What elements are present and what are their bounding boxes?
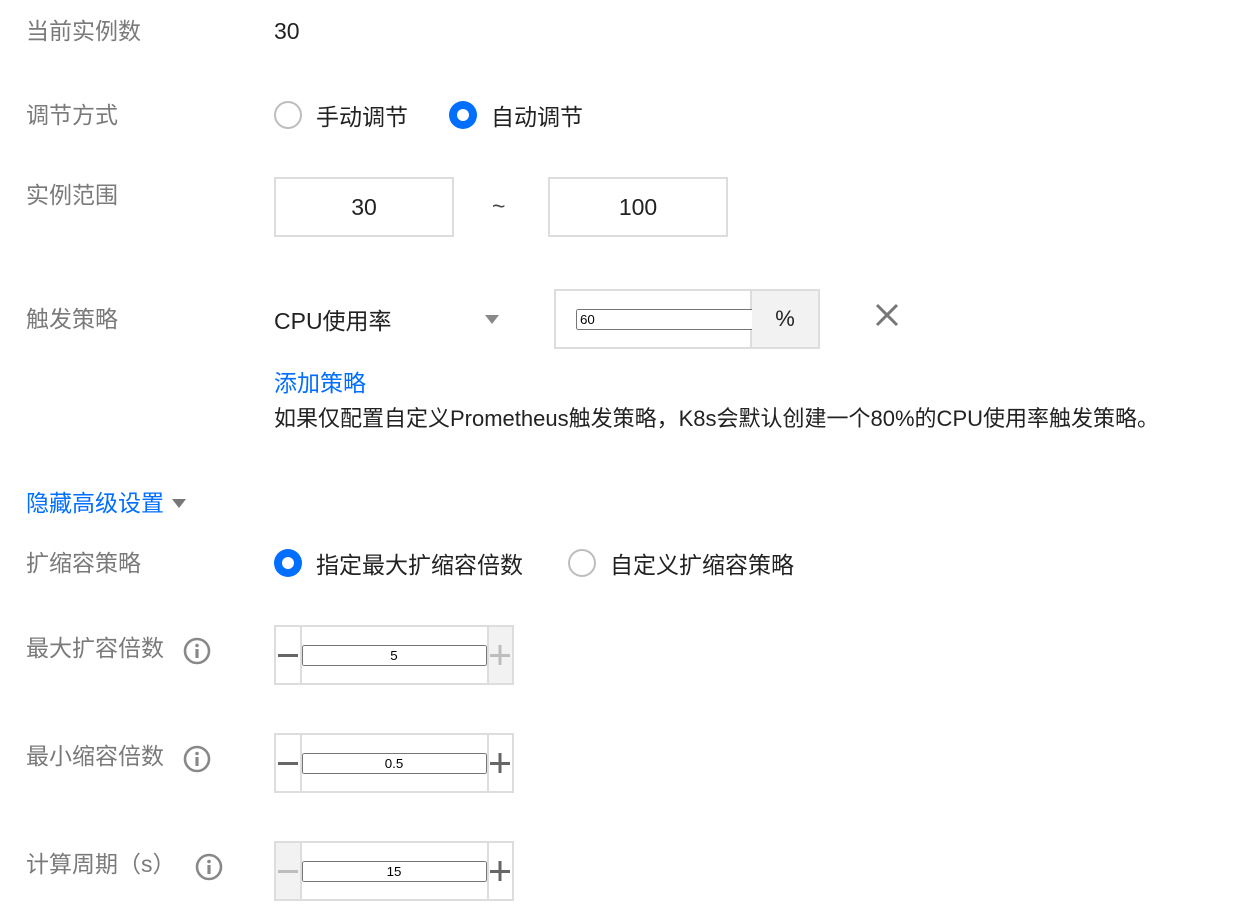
add-policy-link[interactable]: 添加策略 xyxy=(274,369,366,397)
threshold-unit: % xyxy=(752,291,818,347)
radio-checked-icon xyxy=(274,549,302,577)
radio-checked-icon xyxy=(449,101,477,129)
minus-icon xyxy=(277,654,298,657)
plus-icon xyxy=(490,645,511,665)
plus-icon xyxy=(490,861,511,881)
trigger-policy-label: 触发策略 xyxy=(26,306,118,332)
remove-policy-button[interactable] xyxy=(872,300,902,330)
metric-select[interactable]: CPU使用率 xyxy=(274,304,499,334)
max-scale-up-label: 最大扩容倍数 xyxy=(26,635,164,661)
instance-range-max-input[interactable] xyxy=(550,193,726,221)
radio-manual-adjust[interactable]: 手动调节 xyxy=(274,98,408,132)
caret-down-icon xyxy=(172,498,186,508)
instance-range-label: 实例范围 xyxy=(26,182,118,208)
radio-max-scale-factor[interactable]: 指定最大扩缩容倍数 xyxy=(274,546,523,580)
current-instances-value: 30 xyxy=(274,18,300,44)
radio-auto-adjust-label: 自动调节 xyxy=(491,104,583,130)
threshold-field[interactable]: % xyxy=(554,289,820,349)
calc-period-input[interactable] xyxy=(301,860,487,882)
policy-hint: 如果仅配置自定义Prometheus触发策略，K8s会默认创建一个80%的CPU… xyxy=(274,406,1160,431)
instance-range-max-field[interactable] xyxy=(548,177,728,237)
max-scale-up-input[interactable] xyxy=(301,644,487,666)
instance-range-min-input[interactable] xyxy=(276,193,452,221)
radio-auto-adjust[interactable]: 自动调节 xyxy=(449,98,583,132)
range-separator: ~ xyxy=(492,193,506,219)
plus-icon xyxy=(490,753,511,773)
radio-custom-scale-policy[interactable]: 自定义扩缩容策略 xyxy=(568,546,794,580)
adjust-mode-label: 调节方式 xyxy=(26,102,118,128)
calc-period-label: 计算周期（s） xyxy=(26,851,176,877)
decrement-button[interactable] xyxy=(276,843,302,899)
min-scale-down-input[interactable] xyxy=(301,752,487,774)
instance-range-min-field[interactable] xyxy=(274,177,454,237)
radio-unchecked-icon xyxy=(568,549,596,577)
close-icon xyxy=(875,303,899,327)
advanced-settings-toggle[interactable]: 隐藏高级设置 xyxy=(26,489,186,517)
metric-select-value: CPU使用率 xyxy=(274,308,392,334)
current-instances-label: 当前实例数 xyxy=(26,18,141,44)
radio-custom-scale-policy-label: 自定义扩缩容策略 xyxy=(610,552,794,578)
decrement-button[interactable] xyxy=(276,627,302,683)
increment-button[interactable] xyxy=(486,843,512,899)
minus-icon xyxy=(277,762,298,765)
radio-max-scale-factor-label: 指定最大扩缩容倍数 xyxy=(316,552,523,578)
decrement-button[interactable] xyxy=(276,735,302,791)
min-scale-down-label: 最小缩容倍数 xyxy=(26,743,164,769)
info-icon[interactable] xyxy=(183,637,211,665)
max-scale-up-stepper[interactable] xyxy=(274,625,514,685)
info-icon[interactable] xyxy=(195,853,223,881)
threshold-input[interactable] xyxy=(576,308,761,330)
info-icon[interactable] xyxy=(183,745,211,773)
advanced-settings-toggle-label: 隐藏高级设置 xyxy=(26,490,164,516)
radio-unchecked-icon xyxy=(274,101,302,129)
minus-icon xyxy=(277,870,298,873)
chevron-down-icon xyxy=(485,314,499,324)
increment-button[interactable] xyxy=(486,627,512,683)
scale-policy-label: 扩缩容策略 xyxy=(26,550,141,576)
calc-period-stepper[interactable] xyxy=(274,841,514,901)
radio-manual-adjust-label: 手动调节 xyxy=(316,104,408,130)
min-scale-down-stepper[interactable] xyxy=(274,733,514,793)
increment-button[interactable] xyxy=(486,735,512,791)
